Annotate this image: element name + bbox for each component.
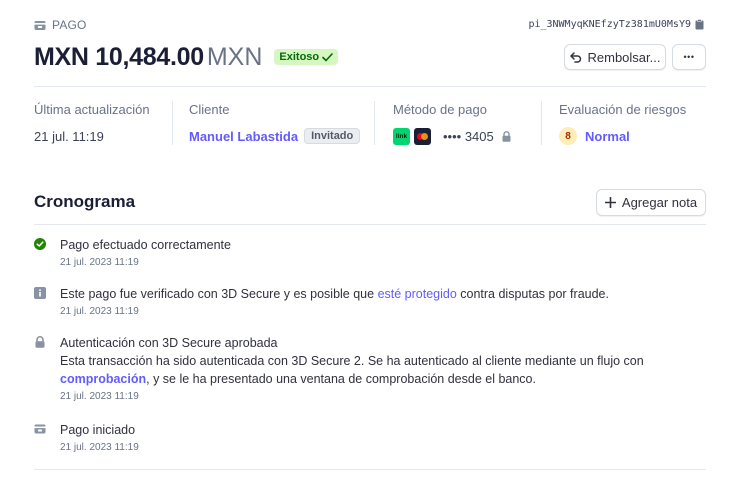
- payment-method-value[interactable]: link •••• 3405: [393, 127, 511, 145]
- timeline-item-content: Autenticación con 3D Secure aprobada Est…: [60, 334, 680, 403]
- customer-name-link[interactable]: Manuel Labastida: [189, 129, 298, 144]
- link-logo-icon: link: [393, 127, 410, 145]
- last-update-column: Última actualización 21 jul. 11:19: [34, 102, 150, 145]
- column-divider: [172, 101, 173, 145]
- timeline-divider: [34, 224, 706, 225]
- column-divider: [374, 101, 375, 145]
- lock-icon: [35, 336, 45, 348]
- column-divider: [541, 101, 542, 145]
- lock-icon: [502, 130, 511, 142]
- more-actions-button[interactable]: •••: [672, 44, 706, 70]
- payment-currency: MXN: [206, 42, 263, 71]
- customer-title: Cliente: [189, 102, 230, 117]
- object-type-label: PAGO: [34, 18, 87, 32]
- customer-column: Cliente Manuel Labastida Invitado: [189, 102, 361, 145]
- add-note-label: Agregar nota: [621, 195, 698, 210]
- timeline-item-text: Este pago fue verificado con 3D Secure y…: [60, 285, 680, 303]
- timeline-text-part: , y se le ha presentado una ventana de c…: [146, 372, 536, 386]
- timeline-title: Cronograma: [34, 192, 136, 211]
- refund-button-label: Rembolsar...: [587, 49, 661, 65]
- payment-icon: [34, 424, 46, 434]
- mastercard-icon: [414, 127, 431, 145]
- plus-icon: [604, 197, 616, 208]
- status-badge: Exitoso: [274, 49, 339, 65]
- more-icon: •••: [683, 52, 695, 62]
- timeline-item-content: Pago efectuado correctamente 21 jul. 202…: [60, 236, 680, 269]
- timeline-item-content: Pago iniciado 21 jul. 2023 11:19: [60, 421, 680, 454]
- undo-arrow-icon: [569, 51, 581, 63]
- timeline-item-text: Esta transacción ha sido autenticada con…: [60, 352, 680, 388]
- payment-method-title: Método de pago: [393, 102, 487, 117]
- payment-id-text: pi_3NWMyqKNEfzyTz381mU0MsY9: [528, 19, 691, 30]
- last-update-title: Última actualización: [34, 102, 150, 117]
- payment-method-column: Método de pago link •••• 3405: [393, 102, 511, 145]
- guest-tag: Invitado: [304, 128, 361, 144]
- check-circle-icon: [34, 238, 46, 250]
- header-divider: [34, 86, 706, 87]
- last-update-value: 21 jul. 11:19: [34, 128, 104, 144]
- timeline-item-date: 21 jul. 2023 11:19: [60, 391, 139, 402]
- check-icon: [322, 52, 333, 61]
- risk-level-link[interactable]: Normal: [585, 129, 630, 144]
- status-badge-text: Exitoso: [279, 51, 320, 63]
- add-note-button[interactable]: Agregar nota: [596, 189, 706, 216]
- verification-link[interactable]: comprobación: [60, 372, 146, 386]
- info-icon: [34, 287, 46, 299]
- risk-value[interactable]: 8 Normal: [559, 127, 686, 145]
- risk-title: Evaluación de riesgos: [559, 102, 687, 117]
- timeline-text-part: contra disputas por fraude.: [456, 287, 609, 301]
- timeline-bottom-divider: [34, 469, 706, 470]
- timeline-text-part: Este pago fue verificado con 3D Secure y…: [60, 287, 378, 301]
- refund-button[interactable]: Rembolsar...: [564, 44, 666, 70]
- timeline-item-date: 21 jul. 2023 11:19: [60, 442, 139, 453]
- protected-link[interactable]: esté protegido: [378, 287, 457, 301]
- risk-score-badge: 8: [559, 127, 577, 145]
- copy-icon[interactable]: [695, 19, 704, 30]
- timeline-item-content: Este pago fue verificado con 3D Secure y…: [60, 285, 680, 318]
- payment-icon: [34, 20, 46, 30]
- timeline-item-text: Pago iniciado: [60, 423, 136, 437]
- object-type-text: PAGO: [52, 18, 87, 32]
- card-last4: •••• 3405: [443, 128, 494, 144]
- timeline-item-text: Pago efectuado correctamente: [60, 238, 231, 252]
- customer-value: Manuel Labastida Invitado: [189, 127, 361, 145]
- amount-row: MXN 10,484.00 MXN Exitoso: [34, 40, 339, 74]
- timeline-text-part: Esta transacción ha sido autenticada con…: [60, 354, 644, 368]
- timeline-item-title: Autenticación con 3D Secure aprobada: [60, 336, 278, 350]
- risk-column: Evaluación de riesgos 8 Normal: [559, 102, 686, 145]
- timeline-item-date: 21 jul. 2023 11:19: [60, 306, 139, 317]
- timeline-item-date: 21 jul. 2023 11:19: [60, 257, 139, 268]
- payment-id[interactable]: pi_3NWMyqKNEfzyTz381mU0MsY9: [528, 19, 704, 30]
- payment-amount: MXN 10,484.00: [34, 42, 204, 71]
